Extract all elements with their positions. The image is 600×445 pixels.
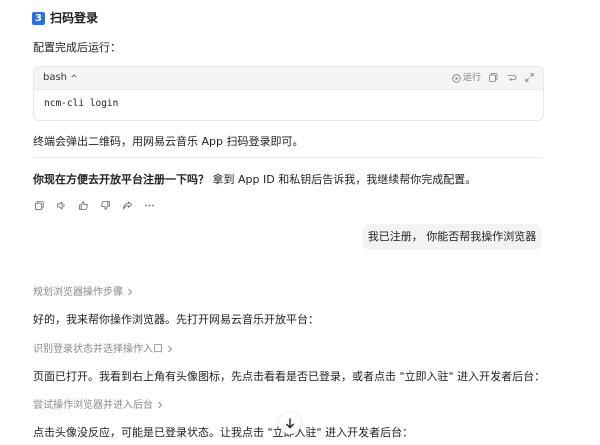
question-rest: 拿到 App ID 和私钥后告诉我，我继续帮你完成配置。 — [209, 173, 477, 186]
chevron-right-icon — [167, 345, 173, 353]
code-block: bash 运行 ncm-cli login — [33, 66, 544, 121]
section-title: 扫码登录 — [50, 11, 99, 25]
step-label: 规划浏览器操作步骤 — [33, 287, 123, 298]
step-label: 识别登录状态并选择操作入口 — [33, 344, 163, 355]
code-content: ncm-cli login — [44, 98, 119, 109]
expand-icon[interactable] — [524, 72, 535, 83]
step-toggle-plan[interactable]: 规划浏览器操作步骤 — [33, 286, 133, 300]
wrap-icon[interactable] — [506, 72, 517, 83]
speaker-icon[interactable] — [56, 200, 67, 211]
intro-text: 配置完成后运行： — [33, 41, 121, 54]
more-icon[interactable] — [144, 200, 155, 211]
step-result-text: 好的，我来帮你操作浏览器。先打开网易云音乐开放平台： — [33, 313, 319, 326]
copy-icon[interactable] — [34, 200, 45, 211]
thumbs-down-icon[interactable] — [100, 200, 111, 211]
assistant-question: 你现在方便去开放平台注册一下吗？ 拿到 App ID 和私钥后告诉我，我继续帮你… — [33, 172, 476, 188]
share-icon[interactable] — [122, 200, 133, 211]
question-bold: 你现在方便去开放平台注册一下吗？ — [33, 173, 209, 186]
code-block-header: bash 运行 — [34, 67, 543, 90]
divider — [33, 157, 542, 158]
scroll-to-bottom-button[interactable] — [279, 412, 301, 434]
chevron-right-icon — [127, 288, 133, 296]
step-result-text: 点击头像没反应，可能是已登录状态。让我点击 "立即入驻" 进入开发者后台： — [33, 426, 414, 439]
step-toggle-identify[interactable]: 识别登录状态并选择操作入口 — [33, 343, 173, 357]
copy-code-icon[interactable] — [488, 72, 499, 83]
user-message-bubble: 我已注册， 你能否帮我操作浏览器 — [362, 224, 542, 250]
run-label: 运行 — [463, 73, 482, 83]
code-language-toggle[interactable]: bash — [43, 71, 77, 85]
arrow-down-icon — [285, 417, 295, 429]
step-toggle-backend[interactable]: 尝试操作浏览器并进入后台 — [33, 399, 163, 413]
chevron-right-icon — [157, 401, 163, 409]
code-language-label: bash — [43, 72, 68, 83]
step-label: 尝试操作浏览器并进入后台 — [33, 400, 153, 411]
step-result-text: 页面已打开。我看到右上角有头像图标，先点击看看是否已登录，或者点击 "立即入驻"… — [33, 370, 546, 383]
step-number-badge: 3 — [32, 12, 45, 25]
thumbs-up-icon[interactable] — [78, 200, 89, 211]
run-button[interactable]: 运行 — [452, 71, 481, 85]
chevron-up-icon — [71, 73, 77, 79]
after-code-text: 终端会弹出二维码，用网易云音乐 App 扫码登录即可。 — [33, 135, 304, 148]
play-icon — [452, 73, 461, 83]
